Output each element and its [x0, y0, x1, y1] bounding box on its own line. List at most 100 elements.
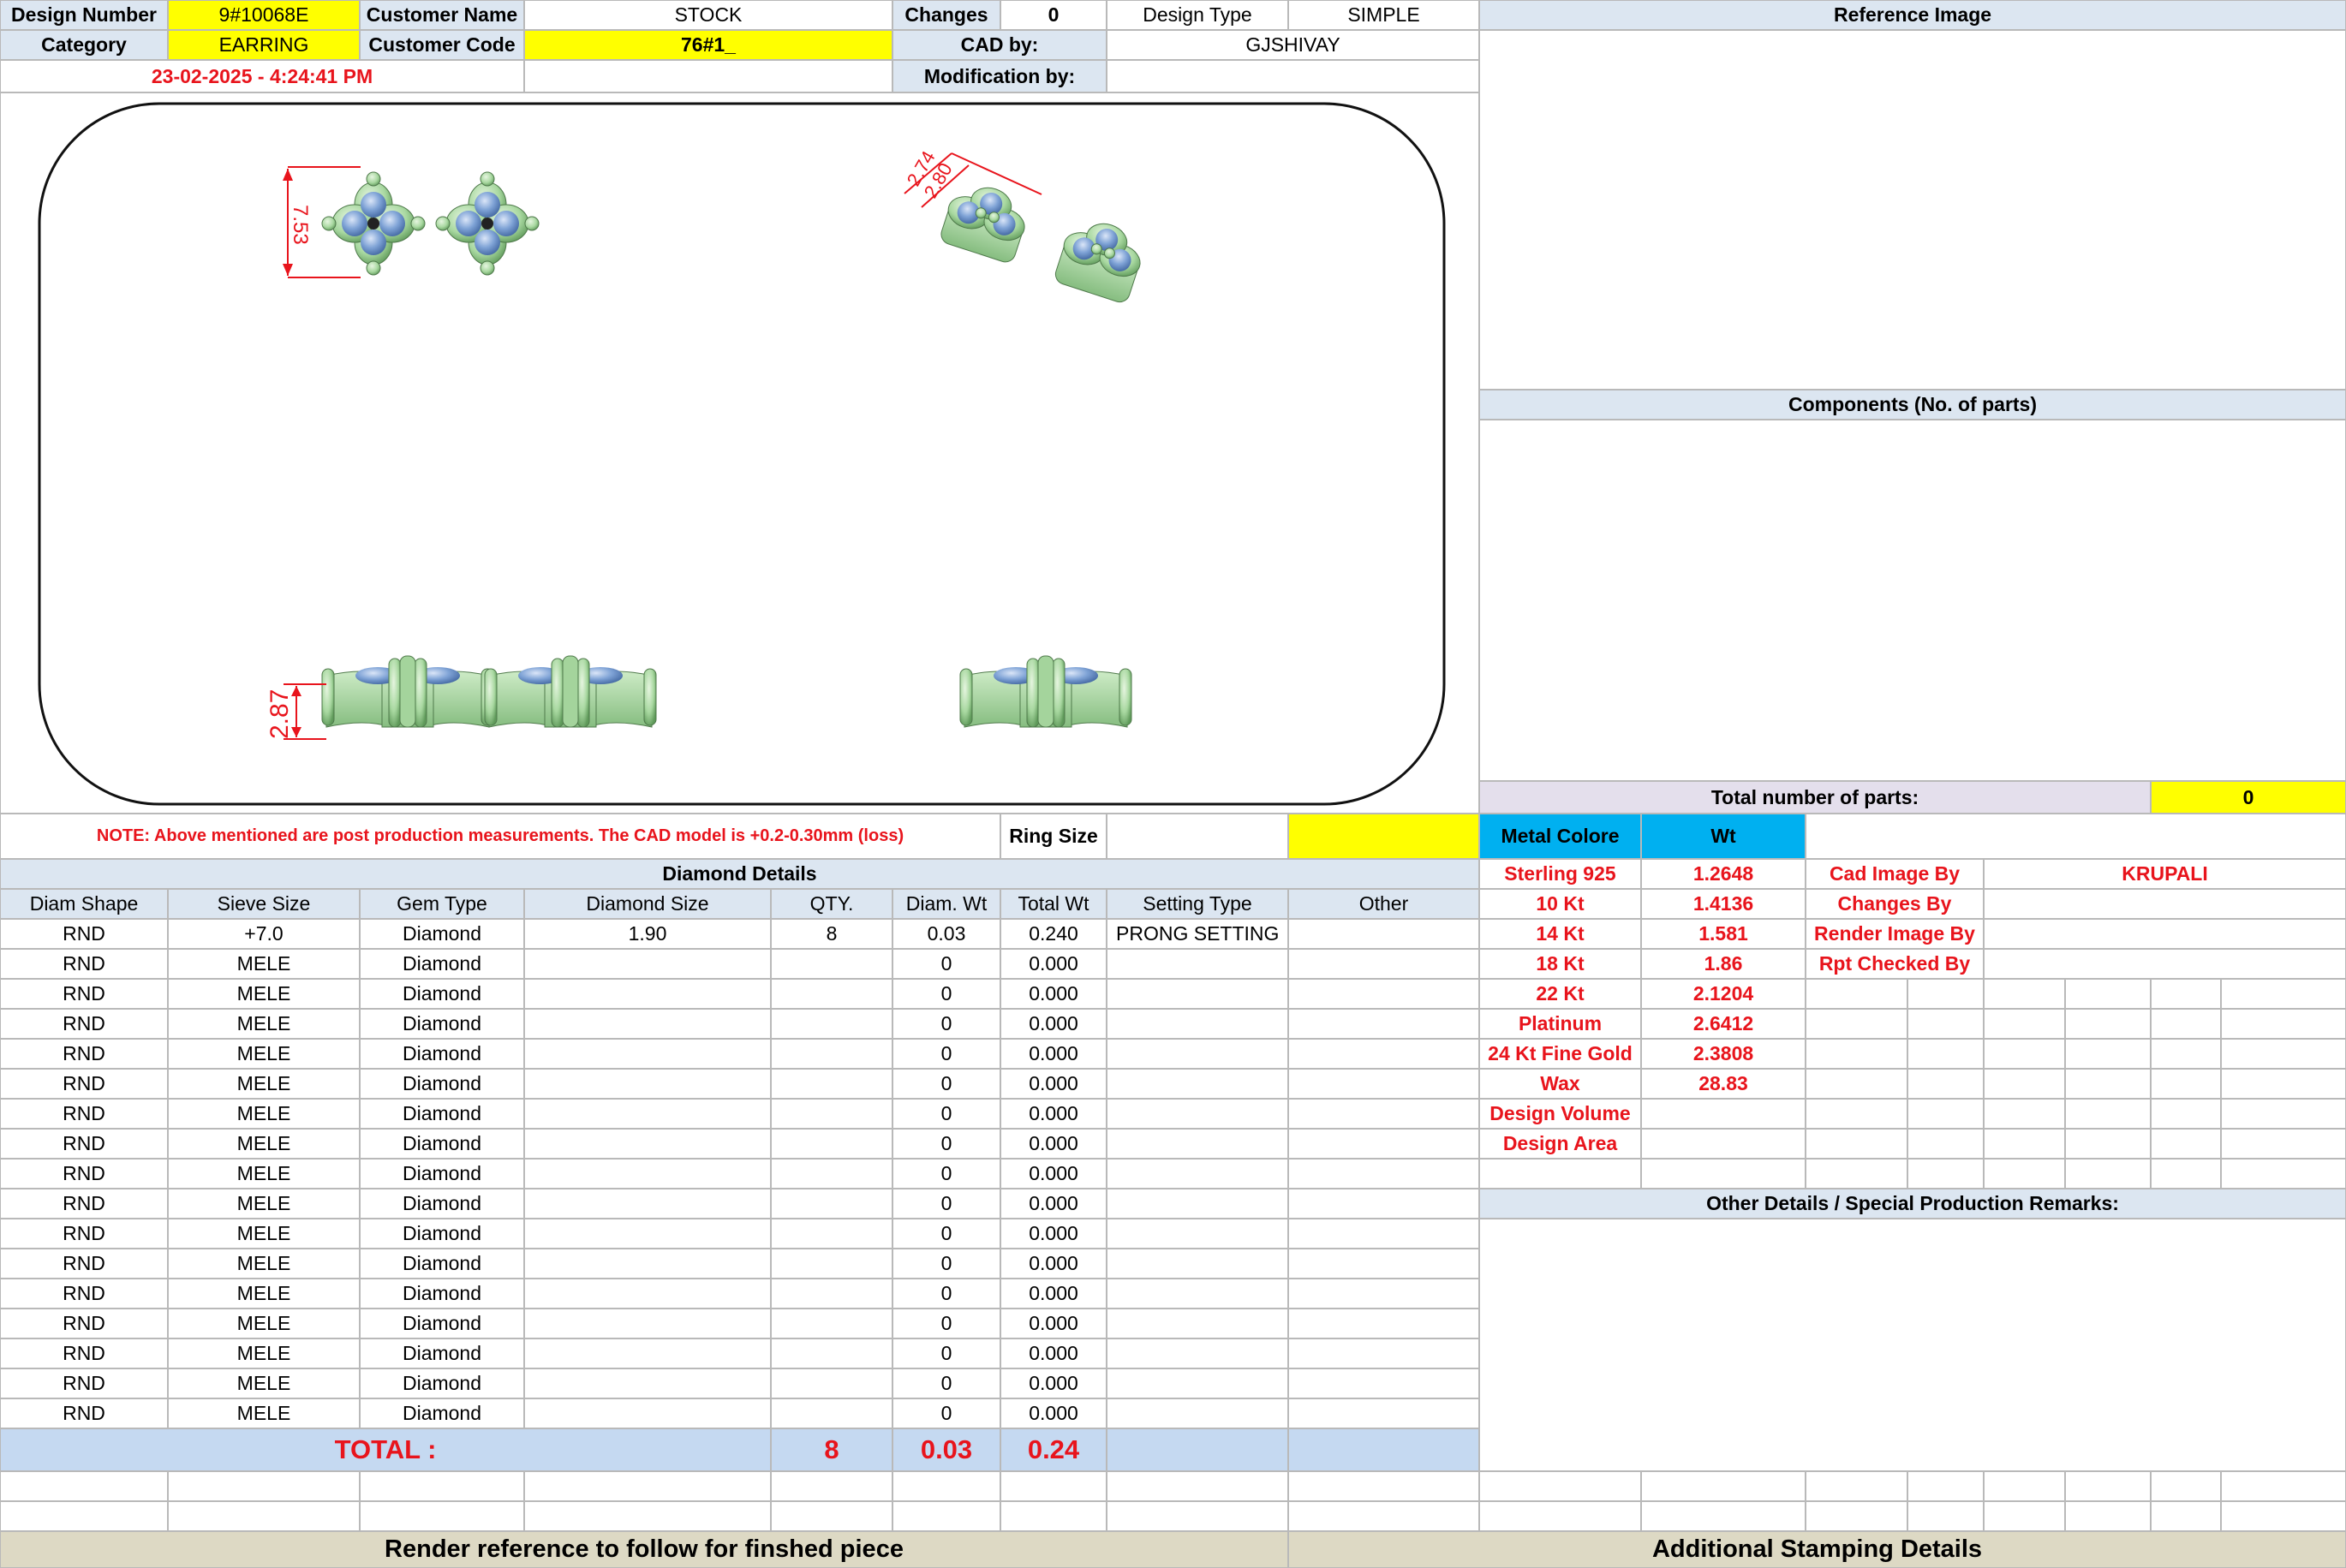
table-cell-setting-type[interactable] — [1107, 949, 1288, 979]
empty-grid-cell[interactable] — [1984, 1009, 2065, 1039]
table-cell-diamond-size[interactable] — [524, 979, 771, 1009]
empty-grid-cell[interactable] — [1984, 1099, 2065, 1129]
empty-grid-cell[interactable] — [2151, 1009, 2221, 1039]
blank-cell[interactable] — [1288, 1501, 1479, 1531]
blank-cell[interactable] — [771, 1501, 892, 1531]
empty-grid-cell[interactable] — [2221, 1069, 2346, 1099]
table-cell-setting-type[interactable] — [1107, 1009, 1288, 1039]
table-cell-sieve-size[interactable]: MELE — [168, 1398, 360, 1428]
table-cell-diam-wt[interactable]: 0 — [892, 1099, 1000, 1129]
table-cell-setting-type[interactable] — [1107, 1039, 1288, 1069]
table-cell-sieve-size[interactable]: MELE — [168, 1189, 360, 1219]
metal-weight[interactable] — [1641, 1099, 1806, 1129]
empty-grid-cell[interactable] — [2065, 1069, 2151, 1099]
credit-value[interactable] — [1984, 889, 2346, 919]
table-cell-other[interactable] — [1288, 1279, 1479, 1309]
metal-weight[interactable]: 1.86 — [1641, 949, 1806, 979]
blank-cell[interactable] — [2221, 1471, 2346, 1501]
table-cell-other[interactable] — [1288, 1129, 1479, 1159]
blank-cell[interactable] — [1907, 1471, 1984, 1501]
table-cell-total-wt[interactable]: 0.000 — [1000, 1249, 1107, 1279]
blank-cell[interactable] — [771, 1471, 892, 1501]
total-parts-value[interactable]: 0 — [2151, 781, 2346, 814]
table-cell-qty[interactable] — [771, 1009, 892, 1039]
ring-size-highlight[interactable] — [1288, 814, 1479, 859]
table-cell-diamond-size[interactable] — [524, 1159, 771, 1189]
metal-weight[interactable]: 1.581 — [1641, 919, 1806, 949]
table-cell-diam-shape[interactable]: RND — [0, 1009, 168, 1039]
table-cell-qty[interactable] — [771, 1159, 892, 1189]
blank-cell[interactable] — [524, 1471, 771, 1501]
table-cell-diam-wt[interactable]: 0.03 — [892, 919, 1000, 949]
table-cell-setting-type[interactable] — [1107, 1368, 1288, 1398]
metal-weight[interactable]: 1.2648 — [1641, 859, 1806, 889]
table-cell-qty[interactable] — [771, 979, 892, 1009]
empty-grid-cell[interactable] — [2151, 1069, 2221, 1099]
table-cell-diam-wt[interactable]: 0 — [892, 1368, 1000, 1398]
table-cell-diamond-size[interactable] — [524, 1368, 771, 1398]
table-cell-sieve-size[interactable]: MELE — [168, 1009, 360, 1039]
empty-grid-cell[interactable] — [2151, 1159, 2221, 1189]
table-cell-diamond-size[interactable] — [524, 1219, 771, 1249]
table-cell-diam-shape[interactable]: RND — [0, 1069, 168, 1099]
empty-grid-cell[interactable] — [1806, 1129, 1907, 1159]
metal-weight[interactable]: 2.3808 — [1641, 1039, 1806, 1069]
blank-cell[interactable] — [1806, 1471, 1907, 1501]
empty-grid-cell[interactable] — [1984, 1159, 2065, 1189]
empty-grid-cell[interactable] — [2065, 1159, 2151, 1189]
table-cell-gem-type[interactable]: Diamond — [360, 1189, 524, 1219]
metal-weight[interactable]: 2.6412 — [1641, 1009, 1806, 1039]
table-cell-gem-type[interactable]: Diamond — [360, 1368, 524, 1398]
table-cell-diam-wt[interactable]: 0 — [892, 1039, 1000, 1069]
table-cell-diam-shape[interactable]: RND — [0, 1159, 168, 1189]
table-cell-setting-type[interactable] — [1107, 979, 1288, 1009]
table-cell-sieve-size[interactable]: MELE — [168, 1159, 360, 1189]
table-cell-qty[interactable] — [771, 1368, 892, 1398]
ring-size-value[interactable] — [1107, 814, 1288, 859]
table-cell-qty[interactable] — [771, 1129, 892, 1159]
table-cell-sieve-size[interactable]: MELE — [168, 1069, 360, 1099]
table-cell-total-wt[interactable]: 0.000 — [1000, 1398, 1107, 1428]
blank-cell[interactable] — [2065, 1501, 2151, 1531]
blank-cell[interactable] — [168, 1501, 360, 1531]
table-cell-total-wt[interactable]: 0.000 — [1000, 1309, 1107, 1338]
table-cell-sieve-size[interactable]: MELE — [168, 949, 360, 979]
table-cell-gem-type[interactable]: Diamond — [360, 1338, 524, 1368]
table-cell-diam-wt[interactable]: 0 — [892, 949, 1000, 979]
empty-grid-cell[interactable] — [1806, 1009, 1907, 1039]
table-cell-sieve-size[interactable]: MELE — [168, 1309, 360, 1338]
table-cell-gem-type[interactable]: Diamond — [360, 1249, 524, 1279]
blank-cell[interactable] — [1806, 1501, 1907, 1531]
table-cell-diam-shape[interactable]: RND — [0, 1398, 168, 1428]
empty-grid-cell[interactable] — [1479, 1159, 1641, 1189]
table-cell-setting-type[interactable] — [1107, 1279, 1288, 1309]
table-cell-diam-wt[interactable]: 0 — [892, 1249, 1000, 1279]
table-cell-total-wt[interactable]: 0.000 — [1000, 1338, 1107, 1368]
table-cell-other[interactable] — [1288, 1368, 1479, 1398]
table-cell-setting-type[interactable] — [1107, 1219, 1288, 1249]
table-cell-gem-type[interactable]: Diamond — [360, 1039, 524, 1069]
metal-weight[interactable]: 1.4136 — [1641, 889, 1806, 919]
table-cell-other[interactable] — [1288, 1099, 1479, 1129]
table-cell-gem-type[interactable]: Diamond — [360, 979, 524, 1009]
table-cell-total-wt[interactable]: 0.000 — [1000, 1368, 1107, 1398]
table-cell-total-wt[interactable]: 0.000 — [1000, 1129, 1107, 1159]
empty-grid-cell[interactable] — [1984, 1039, 2065, 1069]
table-cell-other[interactable] — [1288, 1398, 1479, 1428]
table-cell-qty[interactable] — [771, 1309, 892, 1338]
credit-value[interactable]: KRUPALI — [1984, 859, 2346, 889]
empty-grid-cell[interactable] — [1806, 1039, 1907, 1069]
components-box[interactable] — [1479, 420, 2346, 781]
table-cell-setting-type[interactable] — [1107, 1129, 1288, 1159]
table-cell-diam-wt[interactable]: 0 — [892, 1069, 1000, 1099]
table-cell-other[interactable] — [1288, 1249, 1479, 1279]
empty-grid-cell[interactable] — [2151, 979, 2221, 1009]
table-cell-diamond-size[interactable] — [524, 949, 771, 979]
table-cell-diamond-size[interactable] — [524, 1189, 771, 1219]
blank-cell[interactable] — [0, 1501, 168, 1531]
table-cell-gem-type[interactable]: Diamond — [360, 1099, 524, 1129]
empty-grid-cell[interactable] — [1907, 979, 1984, 1009]
changes-value[interactable]: 0 — [1000, 0, 1107, 30]
empty-grid-cell[interactable] — [1806, 1069, 1907, 1099]
blank-cell[interactable] — [0, 1471, 168, 1501]
